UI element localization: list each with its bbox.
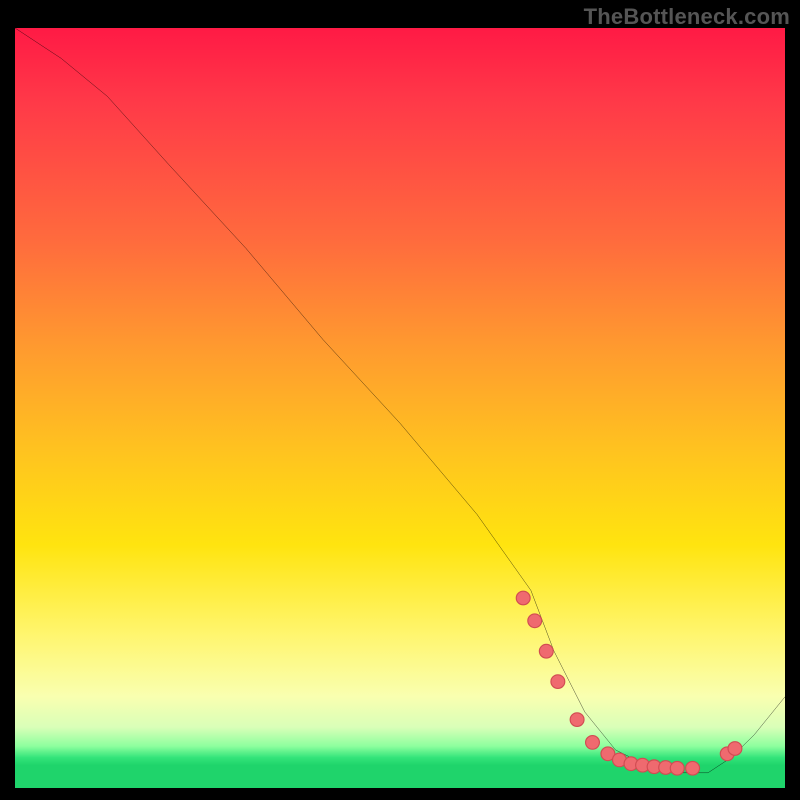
curve-layer	[15, 28, 785, 788]
marker-dot	[728, 742, 742, 756]
marker-dot	[586, 736, 600, 750]
plot-area	[15, 28, 785, 788]
marker-dot	[551, 675, 565, 689]
watermark-text: TheBottleneck.com	[584, 4, 790, 30]
marker-dot	[686, 761, 700, 775]
marker-dot	[528, 614, 542, 628]
curve-line	[15, 28, 785, 773]
chart-frame: TheBottleneck.com	[0, 0, 800, 800]
marker-dot	[516, 591, 530, 605]
marker-dot	[670, 761, 684, 775]
marker-dot	[570, 713, 584, 727]
bottleneck-curve	[15, 28, 785, 773]
marker-dot	[539, 644, 553, 658]
highlighted-points	[516, 591, 742, 775]
